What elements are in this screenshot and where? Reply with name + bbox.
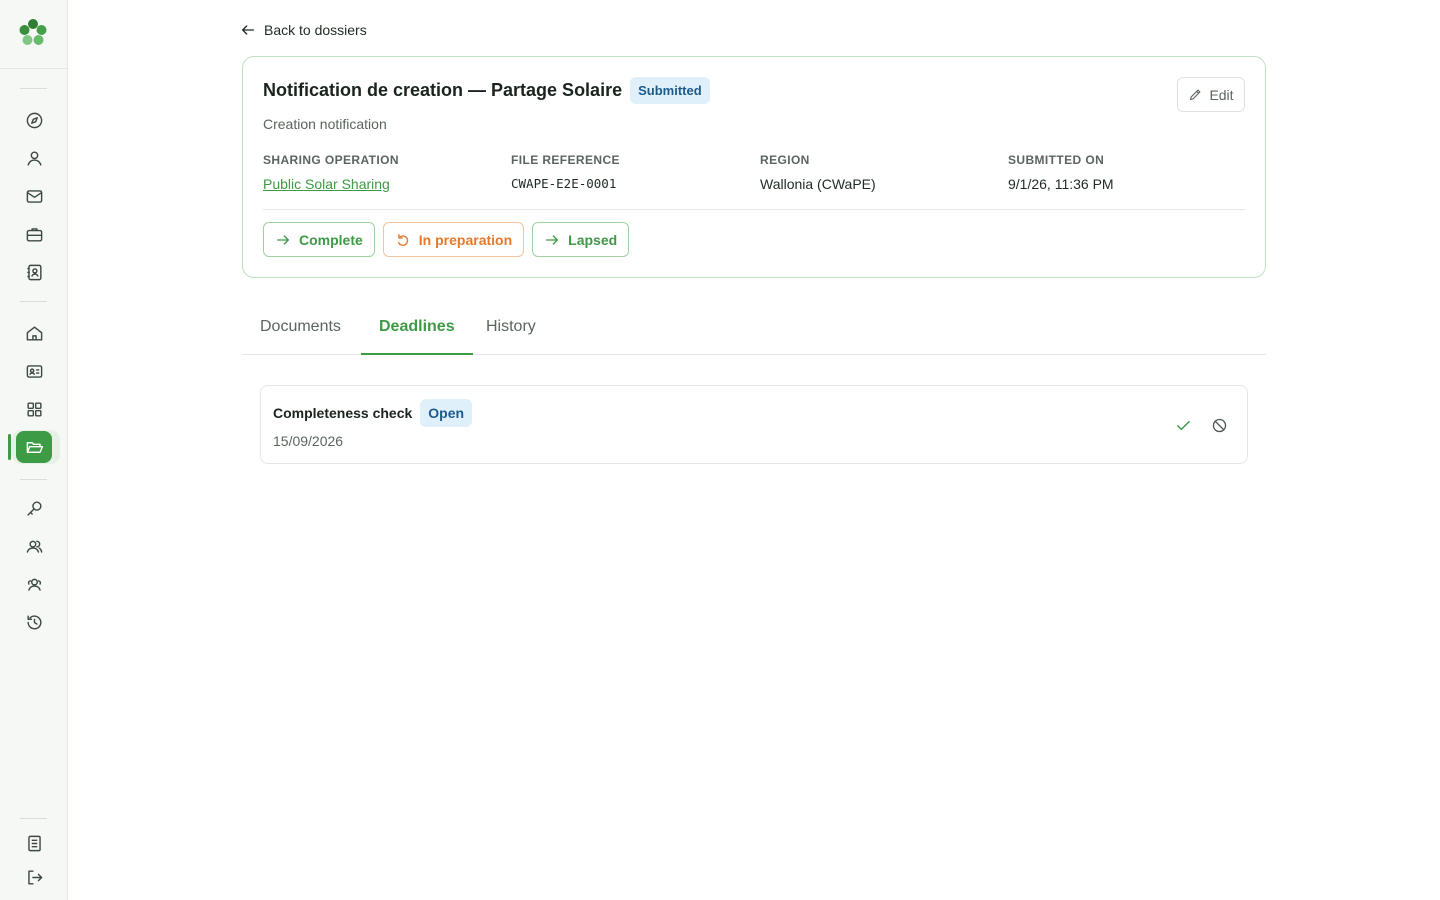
logout-icon[interactable] [17,862,51,892]
dossier-header: Notification de creation — Partage Solai… [263,77,710,104]
deadline-title: Completeness check [273,405,413,421]
lapsed-label: Lapsed [568,231,618,248]
tab-deadlines[interactable]: Deadlines [361,306,473,355]
tab-bar: Documents Deadlines History [242,306,1266,355]
field-region: Region Wallonia (CWaPE) [760,153,876,192]
field-label: Region [760,153,810,167]
id-card-icon[interactable] [17,356,51,386]
tab-documents[interactable]: Documents [242,306,359,355]
in-preparation-label: In preparation [418,231,513,248]
sidebar-divider [20,88,47,89]
home-icon[interactable] [17,318,51,348]
cancel-icon[interactable] [1208,414,1230,436]
complete-button[interactable]: Complete [263,222,375,257]
page-title: Notification de creation — Partage Solai… [263,80,623,100]
history-icon[interactable] [17,607,51,637]
contact-book-icon[interactable] [17,257,51,287]
users-group-icon[interactable] [17,569,51,599]
status-actions: Complete In preparation Lapsed [263,222,630,257]
card-divider [263,209,1245,210]
status-badge: Submitted [630,77,710,104]
deadline-date: 15/09/2026 [273,433,344,449]
sidebar [0,0,68,900]
file-reference-value: CWAPE-E2E-0001 [511,176,617,191]
briefcase-icon[interactable] [17,219,51,249]
field-submitted-on: Submitted on 9/1/26, 11:36 PM [1008,153,1114,192]
deadline-header: Completeness check Open [273,399,473,427]
document-icon[interactable] [17,828,51,858]
field-label: Sharing operation [263,153,399,167]
region-value: Wallonia (CWaPE) [760,176,876,192]
field-label: Submitted on [1008,153,1105,167]
arrow-left-icon [242,25,254,35]
dossier-subtitle: Creation notification [263,116,387,132]
dossier-card: Notification de creation — Partage Solai… [242,56,1266,278]
edit-label: Edit [1209,86,1234,103]
sharing-operation-link[interactable]: Public Solar Sharing [263,176,399,192]
key-icon[interactable] [17,493,51,523]
check-icon[interactable] [1172,414,1194,436]
folder-open-icon[interactable] [16,431,52,463]
clover-logo[interactable] [18,18,48,48]
revert-icon [397,233,408,246]
pencil-icon [1190,89,1201,101]
field-label: File reference [511,153,620,167]
user-icon[interactable] [17,143,51,173]
arrow-right-icon [277,234,289,245]
grid-icon[interactable] [17,394,51,424]
users-icon[interactable] [17,531,51,561]
tab-history[interactable]: History [468,306,554,355]
mail-icon[interactable] [17,181,51,211]
lapsed-button[interactable]: Lapsed [532,222,630,257]
deadline-status-badge: Open [420,399,473,427]
back-link-label: Back to dossiers [264,22,367,38]
field-file-reference: File reference CWAPE-E2E-0001 [511,153,620,191]
back-to-dossiers-link[interactable]: Back to dossiers [240,19,367,41]
compass-icon[interactable] [17,105,51,135]
deadline-item: Completeness check Open 15/09/2026 [260,385,1248,464]
in-preparation-button[interactable]: In preparation [382,222,525,257]
complete-label: Complete [299,231,363,248]
edit-button[interactable]: Edit [1177,77,1245,112]
active-nav-indicator [8,434,11,460]
sidebar-divider [20,479,47,480]
sidebar-divider [20,301,47,302]
sidebar-divider [0,68,68,69]
sidebar-divider [20,818,47,819]
submitted-on-value: 9/1/26, 11:36 PM [1008,176,1114,192]
arrow-right-icon [546,234,559,245]
main-content: Back to dossiers Notification de creatio… [68,0,1440,900]
field-sharing-operation: Sharing operation Public Solar Sharing [263,153,399,192]
